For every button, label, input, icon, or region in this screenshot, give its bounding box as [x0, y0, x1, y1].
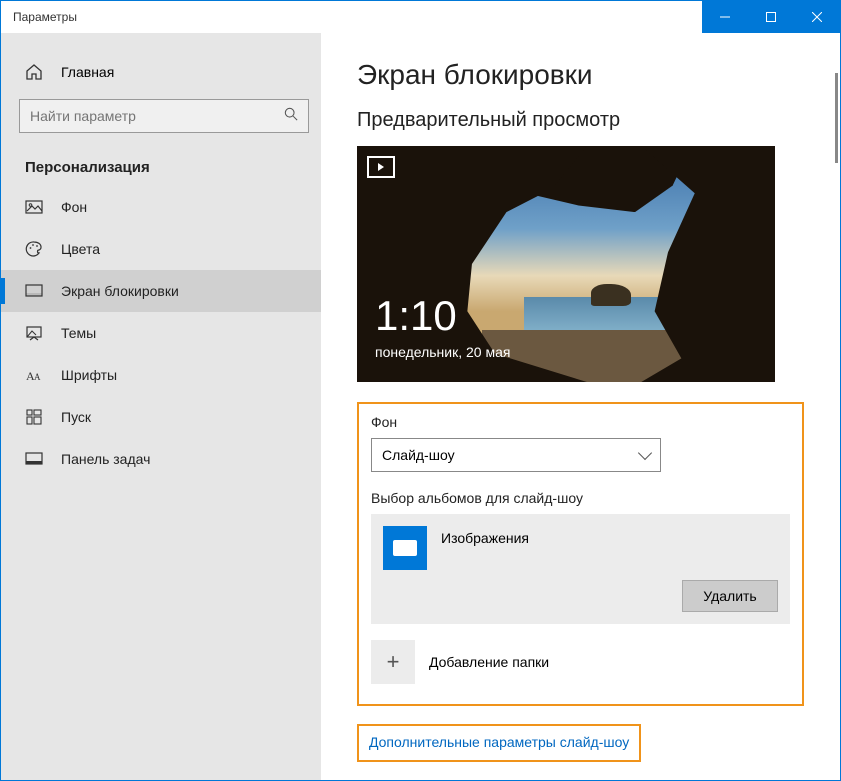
- pictures-folder-icon: [383, 526, 427, 570]
- content-pane[interactable]: Экран блокировки Предварительный просмот…: [321, 33, 840, 780]
- home-icon: [25, 63, 43, 81]
- album-row: Изображения: [383, 526, 778, 570]
- sidebar-item-label: Пуск: [61, 409, 91, 425]
- taskbar-icon: [25, 450, 43, 468]
- palette-icon: [25, 240, 43, 258]
- advanced-slideshow-link[interactable]: Дополнительные параметры слайд-шоу: [369, 734, 629, 750]
- sidebar-item-start[interactable]: Пуск: [1, 396, 321, 438]
- maximize-icon: [766, 12, 776, 22]
- album-card[interactable]: Изображения Удалить: [371, 514, 790, 624]
- search-row: [1, 91, 321, 141]
- home-link[interactable]: Главная: [1, 53, 321, 91]
- album-title: Изображения: [441, 526, 529, 546]
- sidebar-item-label: Экран блокировки: [61, 283, 179, 299]
- add-folder-label: Добавление папки: [429, 654, 549, 670]
- sidebar-item-fonts[interactable]: AA Шрифты: [1, 354, 321, 396]
- category-title: Персонализация: [1, 141, 321, 186]
- slideshow-icon: [367, 156, 395, 178]
- search-icon: [284, 107, 298, 126]
- background-settings-group: Фон Слайд-шоу Выбор альбомов для слайд-ш…: [357, 402, 804, 706]
- minimize-icon: [720, 12, 730, 22]
- background-label: Фон: [371, 414, 790, 430]
- close-button[interactable]: [794, 1, 840, 33]
- close-icon: [812, 12, 822, 22]
- advanced-link-box: Дополнительные параметры слайд-шоу: [357, 724, 641, 762]
- preview-islet: [591, 284, 631, 306]
- settings-window: Параметры Главная: [0, 0, 841, 781]
- lockscreen-icon: [25, 282, 43, 300]
- sidebar-item-taskbar[interactable]: Панель задач: [1, 438, 321, 480]
- window-controls: [702, 1, 840, 33]
- page-title: Экран блокировки: [357, 59, 804, 91]
- sidebar-item-label: Панель задач: [61, 451, 150, 467]
- fonts-icon: AA: [25, 366, 43, 384]
- sidebar-item-lockscreen[interactable]: Экран блокировки: [1, 270, 321, 312]
- titlebar: Параметры: [1, 1, 840, 33]
- background-dropdown[interactable]: Слайд-шоу: [371, 438, 661, 472]
- sidebar: Главная Персонализация Фон Цвета: [1, 33, 321, 780]
- sidebar-item-label: Цвета: [61, 241, 100, 257]
- sidebar-item-background[interactable]: Фон: [1, 186, 321, 228]
- window-body: Главная Персонализация Фон Цвета: [1, 33, 840, 780]
- image-icon: [25, 198, 43, 216]
- add-folder-row[interactable]: + Добавление папки: [371, 634, 790, 690]
- maximize-button[interactable]: [748, 1, 794, 33]
- dropdown-selected: Слайд-шоу: [382, 447, 455, 463]
- preview-date: понедельник, 20 мая: [375, 344, 510, 360]
- sidebar-item-label: Фон: [61, 199, 87, 215]
- scrollbar-thumb[interactable]: [835, 73, 838, 163]
- search-input[interactable]: [30, 108, 230, 124]
- window-title: Параметры: [1, 10, 77, 24]
- start-icon: [25, 408, 43, 426]
- sidebar-item-themes[interactable]: Темы: [1, 312, 321, 354]
- sidebar-item-colors[interactable]: Цвета: [1, 228, 321, 270]
- svg-text:A: A: [34, 372, 41, 382]
- home-label: Главная: [61, 64, 114, 80]
- preview-heading: Предварительный просмотр: [357, 109, 804, 132]
- delete-button[interactable]: Удалить: [682, 580, 778, 612]
- sidebar-item-label: Темы: [61, 325, 96, 341]
- preview-time: 1:10: [375, 292, 457, 340]
- albums-label: Выбор альбомов для слайд-шоу: [371, 490, 790, 506]
- lockscreen-preview: 1:10 понедельник, 20 мая: [357, 146, 775, 382]
- minimize-button[interactable]: [702, 1, 748, 33]
- search-box[interactable]: [19, 99, 309, 133]
- themes-icon: [25, 324, 43, 342]
- chevron-down-icon: [638, 446, 652, 460]
- sidebar-item-label: Шрифты: [61, 367, 117, 383]
- plus-icon[interactable]: +: [371, 640, 415, 684]
